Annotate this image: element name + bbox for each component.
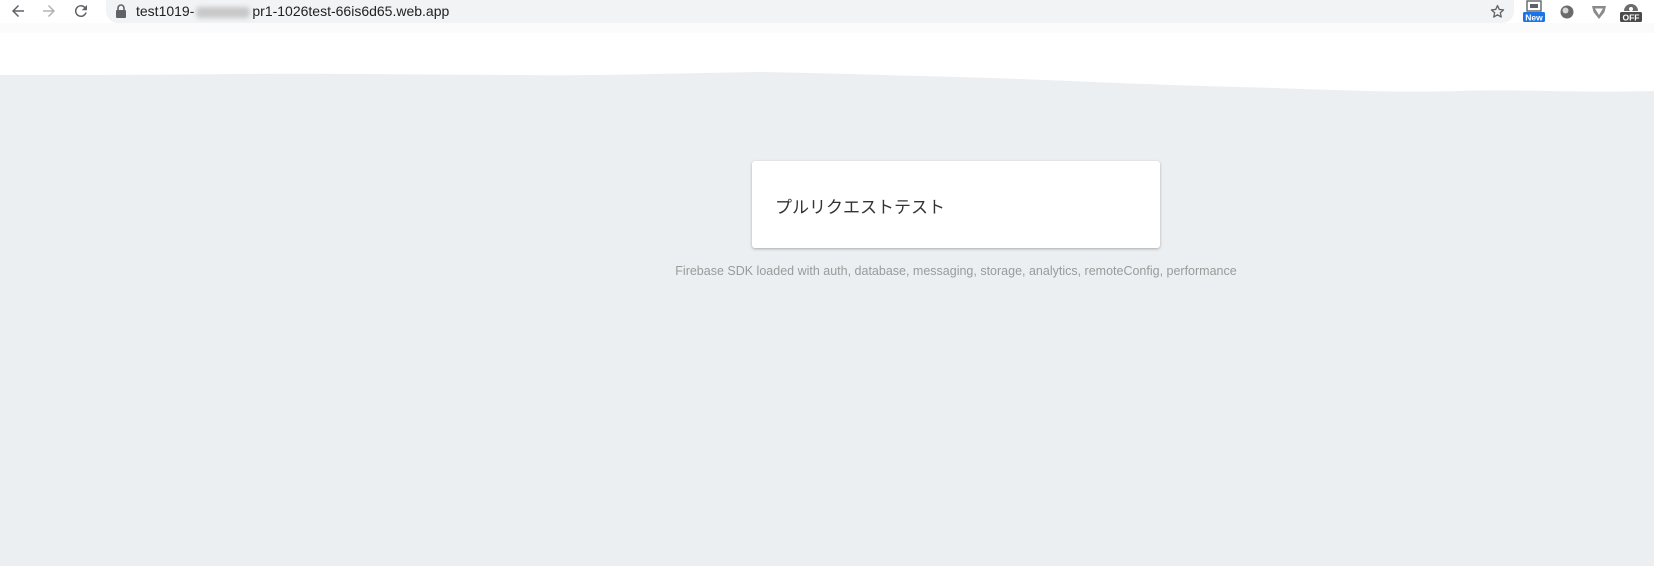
redacted-url-segment bbox=[196, 6, 251, 18]
bookmark-star-icon[interactable] bbox=[1489, 3, 1506, 20]
off-badge-label: OFF bbox=[1623, 13, 1640, 23]
url-prefix: test1019- bbox=[136, 3, 195, 19]
circle-icon bbox=[1560, 5, 1574, 18]
arrow-left-icon bbox=[12, 5, 24, 17]
arrow-right-icon bbox=[43, 5, 55, 17]
lock-icon bbox=[116, 4, 126, 18]
redacted-header-area bbox=[0, 23, 1654, 92]
shield-icon bbox=[1592, 5, 1606, 19]
extension-new[interactable]: New bbox=[1522, 0, 1546, 23]
extension-off[interactable]: OFF bbox=[1619, 0, 1643, 23]
off-toggle-icon: OFF bbox=[1620, 4, 1642, 23]
browser-toolbar: test1019- pr1-1026test-66is6d65.web.app N… bbox=[0, 0, 1654, 23]
card-title: プルリクエストテスト bbox=[775, 198, 945, 218]
sdk-status-text: Firebase SDK loaded with auth, database,… bbox=[675, 264, 1237, 278]
screen-capture-icon: New bbox=[1523, 0, 1545, 23]
new-badge-label: New bbox=[1525, 13, 1543, 23]
back-button[interactable] bbox=[5, 0, 31, 22]
forward-button[interactable] bbox=[36, 0, 62, 22]
extension-shield[interactable] bbox=[1587, 0, 1611, 23]
url-suffix: pr1-1026test-66is6d65.web.app bbox=[252, 3, 450, 19]
reload-icon bbox=[74, 5, 87, 18]
address-bar[interactable]: test1019- pr1-1026test-66is6d65.web.app bbox=[106, 0, 1514, 23]
extension-circle[interactable] bbox=[1555, 0, 1579, 23]
reload-button[interactable] bbox=[68, 0, 94, 22]
url-text: test1019- pr1-1026test-66is6d65.web.app bbox=[136, 3, 449, 19]
main-card: プルリクエストテスト bbox=[752, 161, 1160, 248]
